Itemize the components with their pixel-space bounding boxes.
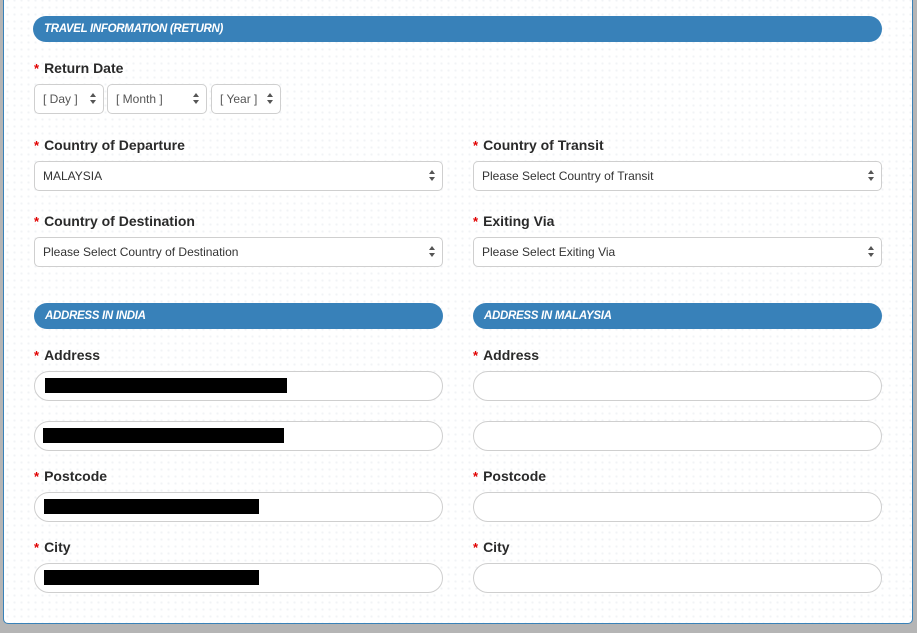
malaysia-postcode-label: * Postcode	[473, 468, 546, 484]
section-header-travel-return: TRAVEL INFORMATION (RETURN)	[33, 16, 882, 42]
required-marker: *	[473, 469, 479, 484]
day-select[interactable]: [ Day ]	[34, 84, 104, 114]
malaysia-address-line2-input[interactable]	[473, 421, 882, 451]
year-select[interactable]: [ Year ]	[211, 84, 281, 114]
required-marker: *	[473, 214, 479, 229]
required-marker: *	[473, 540, 479, 555]
select-arrows-icon	[868, 246, 874, 258]
country-of-destination-label: * Country of Destination	[34, 213, 195, 229]
india-postcode-label-text: Postcode	[44, 468, 108, 484]
country-of-destination-select[interactable]: Please Select Country of Destination	[34, 237, 443, 267]
country-of-transit-label: * Country of Transit	[473, 137, 604, 153]
year-select-value: [ Year ]	[220, 92, 258, 106]
redacted-text	[43, 428, 284, 443]
india-address-label-text: Address	[44, 347, 101, 363]
select-arrows-icon	[868, 170, 874, 182]
country-of-transit-value: Please Select Country of Transit	[482, 169, 654, 183]
india-city-input[interactable]	[34, 563, 443, 593]
country-of-departure-value: MALAYSIA	[43, 169, 103, 183]
exiting-via-label-text: Exiting Via	[483, 213, 555, 229]
section-header-address-malaysia: ADDRESS IN MALAYSIA	[473, 303, 882, 329]
required-marker: *	[34, 61, 40, 76]
country-of-departure-select[interactable]: MALAYSIA	[34, 161, 443, 191]
india-address-line1-input[interactable]	[34, 371, 443, 401]
redacted-text	[44, 570, 259, 585]
india-postcode-input[interactable]	[34, 492, 443, 522]
malaysia-city-input[interactable]	[473, 563, 882, 593]
india-postcode-label: * Postcode	[34, 468, 107, 484]
malaysia-city-label-text: City	[483, 539, 510, 555]
required-marker: *	[34, 469, 40, 484]
malaysia-city-label: * City	[473, 539, 510, 555]
malaysia-postcode-label-text: Postcode	[483, 468, 547, 484]
exiting-via-select[interactable]: Please Select Exiting Via	[473, 237, 882, 267]
india-address-label: * Address	[34, 347, 100, 363]
country-of-destination-label-text: Country of Destination	[44, 213, 195, 229]
malaysia-address-label: * Address	[473, 347, 539, 363]
select-arrows-icon	[267, 93, 273, 105]
required-marker: *	[34, 214, 40, 229]
select-arrows-icon	[429, 246, 435, 258]
required-marker: *	[34, 348, 40, 363]
malaysia-address-label-text: Address	[483, 347, 540, 363]
exiting-via-value: Please Select Exiting Via	[482, 245, 616, 259]
required-marker: *	[34, 540, 40, 555]
day-select-value: [ Day ]	[43, 92, 78, 106]
india-city-label: * City	[34, 539, 71, 555]
month-select-value: [ Month ]	[116, 92, 163, 106]
india-address-line2-input[interactable]	[34, 421, 443, 451]
redacted-text	[45, 378, 287, 393]
country-of-transit-label-text: Country of Transit	[483, 137, 604, 153]
return-date-label-text: Return Date	[44, 60, 124, 76]
required-marker: *	[473, 348, 479, 363]
required-marker: *	[473, 138, 479, 153]
select-arrows-icon	[90, 93, 96, 105]
select-arrows-icon	[193, 93, 199, 105]
section-header-address-india: ADDRESS IN INDIA	[34, 303, 443, 329]
required-marker: *	[34, 138, 40, 153]
redacted-text	[44, 499, 259, 514]
country-of-transit-select[interactable]: Please Select Country of Transit	[473, 161, 882, 191]
month-select[interactable]: [ Month ]	[107, 84, 207, 114]
country-of-departure-label-text: Country of Departure	[44, 137, 185, 153]
return-date-label: * Return Date	[34, 60, 123, 76]
malaysia-postcode-input[interactable]	[473, 492, 882, 522]
india-city-label-text: City	[44, 539, 71, 555]
country-of-departure-label: * Country of Departure	[34, 137, 185, 153]
country-of-destination-value: Please Select Country of Destination	[43, 245, 239, 259]
exiting-via-label: * Exiting Via	[473, 213, 554, 229]
malaysia-address-line1-input[interactable]	[473, 371, 882, 401]
select-arrows-icon	[429, 170, 435, 182]
